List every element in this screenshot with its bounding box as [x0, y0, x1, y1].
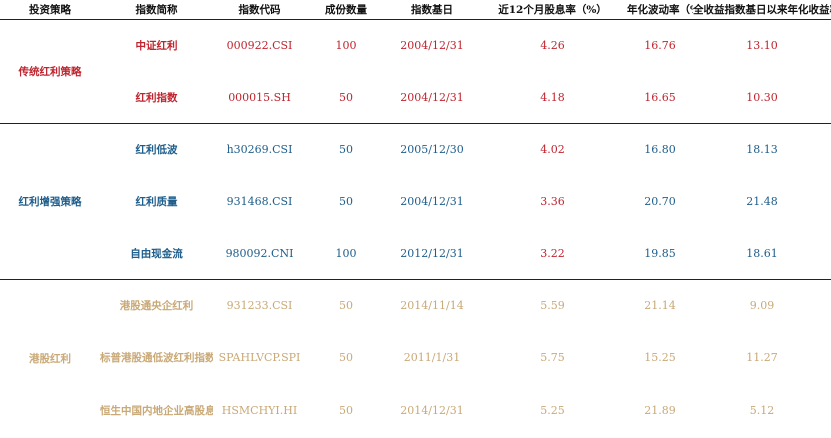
index-name-cell: 红利低波 — [135, 144, 178, 157]
constituent-count-cell: 100 — [306, 227, 386, 280]
table-header: 投资策略 指数简称 指数代码 成份数量 指数基日 近12个月股息率（%） 年化波… — [0, 0, 831, 20]
base-date-cell: 2004/12/31 — [400, 39, 464, 53]
constituent-count-cell: 50 — [339, 195, 353, 208]
dividend-yield-cell: 3.36 — [540, 195, 565, 208]
volatility-cell: 16.65 — [627, 71, 693, 124]
table-row: 自由现金流 980092.CNI 100 2012/12/31 3.22 19.85 18.… — [0, 227, 831, 280]
volatility-cell: 19.85 — [627, 227, 693, 280]
base-date-cell: 2004/12/31 — [400, 195, 464, 208]
table-row: 恒生中国内地企业高股息率 HSMCHYI.HI 50 2014/12/31 5.25 21… — [0, 384, 831, 438]
annual-return-cell: 10.30 — [693, 71, 831, 124]
header-index-code: 指数代码 — [213, 0, 306, 20]
index-name-cell: 中证红利 — [135, 40, 178, 53]
index-code-cell: SPAHLVCP.SPI — [218, 351, 301, 364]
table-body: 传统红利策略 中证红利 000922.CSI 100 2004/12/31 4.26 16.… — [0, 19, 831, 438]
strategy-cell: 港股红利 — [29, 353, 71, 366]
strategy-cell: 传统红利策略 — [0, 19, 100, 124]
annual-return-cell: 13.10 — [746, 39, 778, 53]
constituent-count-cell: 50 — [339, 351, 353, 364]
constituent-count-cell: 50 — [339, 404, 353, 417]
header-constituent-count: 成份数量 — [306, 0, 386, 20]
constituent-count-cell: 100 — [335, 39, 357, 53]
index-name-cell: 标普港股通低波红利指数 — [100, 352, 213, 364]
dividend-yield-cell: 5.75 — [540, 351, 565, 364]
index-name-cell: 港股通央企红利 — [119, 300, 194, 313]
annual-return-cell: 18.13 — [746, 143, 778, 157]
annual-return-cell: 18.61 — [693, 227, 831, 280]
dividend-index-table-container: 投资策略 指数简称 指数代码 成份数量 指数基日 近12个月股息率（%） 年化波… — [0, 0, 831, 435]
header-row: 投资策略 指数简称 指数代码 成份数量 指数基日 近12个月股息率（%） 年化波… — [0, 0, 831, 20]
base-date-cell: 2011/1/31 — [403, 351, 461, 364]
table-row: 红利指数 000015.SH 50 2004/12/31 4.18 16.65 10.30 — [0, 71, 831, 124]
volatility-cell: 20.70 — [644, 195, 676, 208]
index-code-cell: 000015.SH — [213, 71, 306, 124]
volatility-cell: 16.80 — [644, 143, 676, 157]
base-date-cell: 2012/12/31 — [386, 227, 478, 280]
base-date-cell: 2014/11/14 — [400, 299, 464, 313]
dividend-yield-cell: 4.26 — [540, 39, 565, 53]
header-annual-return: 全收益指数基日以来年化收益率（%） — [693, 0, 831, 20]
table-row: 红利增强策略 红利低波 h30269.CSI 50 2005/12/30 4.02 16.8… — [0, 123, 831, 280]
volatility-cell: 16.76 — [644, 39, 676, 53]
header-base-date: 指数基日 — [386, 0, 478, 20]
header-dividend-yield: 近12个月股息率（%） — [478, 0, 627, 20]
header-volatility: 年化波动率（%） — [627, 0, 693, 20]
volatility-cell: 21.14 — [644, 299, 676, 313]
index-name-cell: 红利质量 — [135, 196, 178, 208]
header-strategy: 投资策略 — [0, 0, 100, 20]
annual-return-cell: 21.48 — [746, 195, 778, 208]
index-name-cell: 自由现金流 — [100, 227, 213, 280]
constituent-count-cell: 50 — [306, 71, 386, 124]
index-code-cell: 931468.CSI — [226, 195, 293, 208]
table-row: 红利质量 931468.CSI 50 2004/12/31 3.36 20.70 21.48 — [0, 176, 831, 228]
table-row: 传统红利策略 中证红利 000922.CSI 100 2004/12/31 4.26 16.… — [0, 19, 831, 124]
constituent-count-cell: 50 — [339, 143, 353, 157]
base-date-cell: 2004/12/31 — [386, 71, 478, 124]
dividend-index-comparison-table: 投资策略 指数简称 指数代码 成份数量 指数基日 近12个月股息率（%） 年化波… — [0, 0, 831, 438]
volatility-cell: 15.25 — [644, 351, 676, 364]
index-name-cell: 恒生中国内地企业高股息率 — [100, 405, 213, 417]
annual-return-cell: 5.12 — [749, 404, 775, 417]
dividend-yield-cell: 4.02 — [540, 143, 565, 157]
table-row: 港股红利 港股通央企红利 931233.CSI 50 2014/11/14 5.59 21.… — [0, 280, 831, 365]
index-code-cell: HSMCHYI.HI — [221, 404, 298, 417]
constituent-count-cell: 50 — [339, 299, 353, 313]
index-name-cell: 红利指数 — [100, 71, 213, 124]
dividend-yield-cell: 4.18 — [478, 71, 627, 124]
annual-return-cell: 11.27 — [746, 351, 778, 364]
annual-return-cell: 9.09 — [749, 299, 775, 313]
dividend-yield-cell: 3.22 — [478, 227, 627, 280]
dividend-yield-cell: 5.25 — [540, 404, 565, 417]
index-code-cell: 931233.CSI — [226, 299, 293, 313]
base-date-cell: 2005/12/30 — [400, 143, 464, 157]
dividend-yield-cell: 5.59 — [540, 299, 565, 313]
index-code-cell: 000922.CSI — [226, 39, 293, 53]
volatility-cell: 21.89 — [644, 404, 676, 417]
header-index-name: 指数简称 — [100, 0, 213, 20]
base-date-cell: 2014/12/31 — [400, 404, 464, 417]
strategy-cell: 红利增强策略 — [0, 123, 100, 280]
index-code-cell: h30269.CSI — [226, 143, 293, 157]
table-row: 标普港股通低波红利指数 SPAHLVCP.SPI 50 2011/1/31 5.75 15… — [0, 332, 831, 384]
index-code-cell: 980092.CNI — [213, 227, 306, 280]
